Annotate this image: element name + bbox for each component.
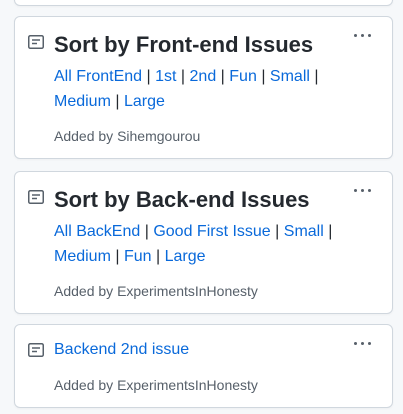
issue-link[interactable]: Backend 2nd issue: [54, 339, 189, 361]
card-links: All BackEnd | Good First Issue | Small |…: [54, 219, 354, 269]
card-title: Sort by Back-end Issues: [54, 187, 310, 212]
added-by-prefix: Added by: [54, 128, 114, 144]
link-separator: |: [275, 223, 280, 240]
project-card-frontend[interactable]: Sort by Front-end Issues All FrontEnd | …: [14, 16, 393, 159]
added-by: Added by ExperimentsInHonesty: [54, 283, 258, 299]
link-separator: |: [156, 248, 161, 265]
added-by: Added by ExperimentsInHonesty: [54, 377, 258, 393]
link-separator: |: [328, 223, 333, 240]
note-icon: [28, 35, 44, 49]
kebab-horizontal-icon[interactable]: [352, 182, 374, 198]
project-column: Sort by Front-end Issues All FrontEnd | …: [0, 0, 403, 414]
link-separator: |: [115, 93, 120, 110]
kebab-horizontal-icon[interactable]: [352, 335, 374, 351]
link-separator: |: [180, 68, 186, 85]
link-fun[interactable]: Fun: [229, 68, 257, 85]
link-separator: |: [146, 68, 151, 85]
card-title: Sort by Front-end Issues: [54, 32, 314, 57]
link-good-first-issue[interactable]: Good First Issue: [153, 223, 270, 240]
link-small[interactable]: Small: [270, 68, 310, 85]
link-2nd[interactable]: 2nd: [190, 68, 217, 85]
link-medium[interactable]: Medium: [54, 93, 111, 110]
link-separator: |: [314, 68, 319, 85]
added-by-user[interactable]: ExperimentsInHonesty: [117, 377, 258, 393]
link-all-frontend[interactable]: All FrontEnd: [54, 68, 142, 85]
added-by-user[interactable]: ExperimentsInHonesty: [117, 283, 258, 299]
added-by-prefix: Added by: [54, 377, 114, 393]
project-card-partial[interactable]: [14, 0, 393, 6]
kebab-horizontal-icon[interactable]: [352, 27, 374, 43]
link-separator: |: [144, 223, 149, 240]
link-large[interactable]: Large: [124, 93, 165, 110]
link-separator: |: [220, 68, 225, 85]
note-icon: [28, 190, 44, 204]
link-all-backend[interactable]: All BackEnd: [54, 223, 140, 240]
link-1st[interactable]: 1st: [155, 68, 176, 85]
note-icon: [28, 343, 44, 357]
link-fun[interactable]: Fun: [124, 248, 152, 265]
link-separator: |: [261, 68, 266, 85]
project-card-backend[interactable]: Sort by Back-end Issues All BackEnd | Go…: [14, 171, 393, 314]
card-links: All FrontEnd | 1st | 2nd | Fun | Small |…: [54, 64, 354, 114]
added-by-prefix: Added by: [54, 283, 114, 299]
project-card-issue[interactable]: Backend 2nd issue Added by ExperimentsIn…: [14, 324, 393, 408]
link-small[interactable]: Small: [284, 223, 324, 240]
added-by-user[interactable]: Sihemgourou: [117, 128, 200, 144]
link-separator: |: [115, 248, 120, 265]
added-by: Added by Sihemgourou: [54, 128, 200, 144]
link-large[interactable]: Large: [165, 248, 206, 265]
link-medium[interactable]: Medium: [54, 248, 111, 265]
